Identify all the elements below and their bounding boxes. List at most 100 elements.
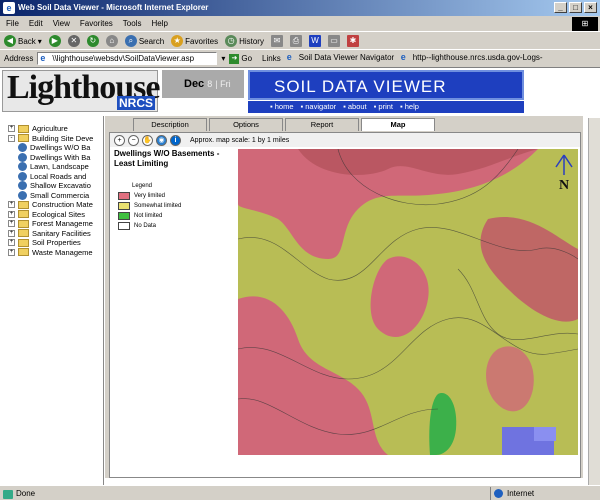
links-label: Links [262,54,281,63]
sidebar-item[interactable]: Local Roads and [0,171,103,182]
expand-icon[interactable]: + [8,125,15,133]
info-icon[interactable]: i [170,134,181,146]
sidebar-item[interactable]: Small Commercia [0,190,103,201]
expand-icon[interactable]: + [8,239,15,247]
layer-icon [18,143,27,153]
layer-icon [18,181,27,191]
expand-icon[interactable]: + [8,248,15,256]
sidebar-item[interactable]: + Ecological Sites [0,210,103,220]
tab-map[interactable]: Map [361,118,435,131]
expand-icon[interactable]: + [8,229,15,237]
legend-swatch-somewhat-limited [118,202,130,210]
maximize-button[interactable]: □ [569,2,582,13]
menu-view[interactable]: View [53,19,70,28]
collapse-icon[interactable]: - [8,134,15,142]
address-bar: Address \\lighthouse\websdv\SoilDataView… [0,51,600,66]
link-lighthouse-logs[interactable]: http--lighthouse.nrcs.usda.gov-Logs- [399,52,579,65]
window-title: Web Soil Data Viewer - Microsoft Interne… [18,3,209,12]
sidebar-item[interactable]: + Agriculture [0,124,103,134]
expand-icon[interactable]: + [8,220,15,228]
soil-map[interactable] [238,149,578,455]
mail-button[interactable]: ✉ [270,35,283,47]
back-button[interactable]: ◀ Back ▾ [4,35,42,47]
nav-help[interactable]: ▪ help [400,101,419,113]
sidebar-item-label: Building Site Deve [32,133,94,143]
sidebar-tree: + Agriculture - Building Site Deve Dwellings… [0,116,104,486]
sidebar-item[interactable]: + Waste Manageme [0,248,103,258]
window-titlebar: e Web Soil Data Viewer - Microsoft Inter… [0,0,600,16]
sidebar-item[interactable]: Dwellings W/O Ba [0,143,103,153]
print-button[interactable]: ⎙ [289,35,302,47]
sidebar-item[interactable]: + Construction Mate [0,200,103,210]
sidebar-item[interactable]: Shallow Excavatio [0,181,103,191]
menu-file[interactable]: File [6,19,19,28]
history-label: History [239,36,264,46]
minimize-button[interactable]: _ [554,2,567,13]
menu-help[interactable]: Help [151,19,167,28]
back-label: Back [18,36,36,46]
refresh-button[interactable]: ↻ [86,35,99,47]
nav-about[interactable]: ▪ about [343,101,367,113]
date-day: 8 [207,79,213,89]
nav-navigator[interactable]: ▪ navigator [301,101,337,113]
menu-favorites[interactable]: Favorites [80,19,113,28]
sidebar-item[interactable]: + Sanitary Facilities [0,229,103,239]
legend-swatch-not-limited [118,212,130,220]
sidebar-item-label: Small Commercia [30,190,90,200]
legend-panel: Dwellings W/O Basements - Least Limiting… [114,149,232,339]
menu-edit[interactable]: Edit [29,19,43,28]
layer-icon [18,152,27,162]
folder-icon [18,210,29,219]
nav-print[interactable]: ▪ print [374,101,393,113]
folder-icon [18,219,29,228]
date-box: Dec 8 | Fri [162,70,244,98]
nav-home[interactable]: ▪ home [270,101,294,113]
discuss-button[interactable]: ▭ [327,35,340,47]
zoom-out-icon[interactable]: − [128,134,139,146]
close-button[interactable]: × [584,2,597,13]
sidebar-item[interactable]: + Soil Properties [0,238,103,248]
sidebar-item[interactable]: + Forest Manageme [0,219,103,229]
go-label: Go [241,54,253,63]
back-arrow-icon: ◀ [4,35,16,47]
tab-options[interactable]: Options [209,118,283,131]
pan-hand-icon[interactable]: ✋ [142,134,153,146]
home-button[interactable]: ⌂ [105,35,118,47]
windows-logo-icon: ⊞ [572,17,598,31]
messenger-button[interactable]: ✱ [346,35,359,47]
full-extent-globe-icon[interactable]: ◉ [156,134,167,146]
tab-report[interactable]: Report [285,118,359,131]
address-input[interactable]: \\lighthouse\websdv\SoilDataViewer.asp [37,52,218,65]
sidebar-item[interactable]: Dwellings With Ba [0,152,103,163]
sidebar-item[interactable]: Lawn, Landscape [0,162,103,172]
favorites-button[interactable]: ★ Favorites [171,35,218,47]
app-title: SOIL DATA VIEWER [248,70,524,100]
sidebar-item-label: Agriculture [32,124,68,134]
tab-bar: Description Options Report Map [105,118,583,132]
history-button[interactable]: ◷ History [225,35,264,47]
legend-item: Very limited [118,191,232,201]
menu-tools[interactable]: Tools [123,19,142,28]
zoom-in-icon[interactable]: + [114,134,125,146]
map-scale: Approx. map scale: 1 by 1 miles [190,136,290,144]
folder-icon [18,229,29,238]
sidebar-item-label: Construction Mate [32,200,93,210]
link-soil-data-viewer-navigator[interactable]: Soil Data Viewer Navigator [285,52,395,65]
banner-nav: ▪ home ▪ navigator ▪ about ▪ print ▪ hel… [248,101,524,113]
expand-icon[interactable]: + [8,210,15,218]
menubar: File Edit View Favorites Tools Help ⊞ [0,16,600,32]
forward-button[interactable]: ▶ [48,35,61,47]
page-scrollbar[interactable] [588,118,600,486]
tab-description[interactable]: Description [133,118,207,131]
date-month: Dec [184,78,205,90]
address-dropdown-icon[interactable]: ▾ [221,54,225,63]
svg-text:N: N [559,178,569,193]
expand-icon[interactable]: + [8,201,15,209]
go-button[interactable]: ➜ Go [229,53,253,64]
sidebar-item-label: Dwellings With Ba [30,152,91,162]
stop-button[interactable]: ✕ [67,35,80,47]
search-button[interactable]: ⌕ Search [124,35,164,47]
status-bar: Done Internet [0,485,600,500]
edit-button[interactable]: W [308,35,321,47]
sidebar-item[interactable]: - Building Site Deve [0,134,103,144]
